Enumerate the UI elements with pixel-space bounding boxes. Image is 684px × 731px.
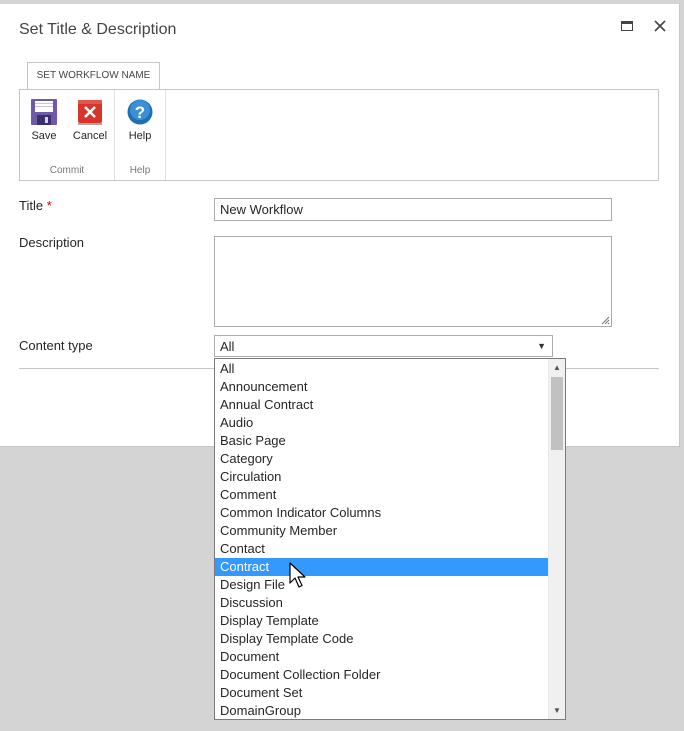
description-label: Description xyxy=(19,235,85,250)
ribbon-group-commit: Save Cancel Commit xyxy=(20,90,115,180)
mouse-pointer-icon xyxy=(289,562,306,588)
cancel-icon xyxy=(77,98,103,126)
resize-grip-icon[interactable] xyxy=(601,316,610,325)
maximize-icon[interactable] xyxy=(619,18,635,34)
dropdown-option[interactable]: Display Template xyxy=(215,612,549,630)
dropdown-option[interactable]: Circulation xyxy=(215,468,549,486)
ribbon-group-label-commit: Commit xyxy=(49,165,85,176)
help-button[interactable]: ? Help xyxy=(122,98,158,142)
dropdown-option[interactable]: Display Template Code xyxy=(215,630,549,648)
description-textarea[interactable] xyxy=(214,236,612,327)
chevron-down-icon[interactable]: ▼ xyxy=(537,339,546,354)
content-type-value: All xyxy=(220,339,235,354)
save-button[interactable]: Save xyxy=(26,98,62,142)
ribbon-group-help: ? Help Help xyxy=(115,90,166,180)
help-icon: ? xyxy=(127,98,153,126)
scrollbar-thumb[interactable] xyxy=(551,377,563,450)
cancel-button[interactable]: Cancel xyxy=(70,98,110,142)
dropdown-option[interactable]: DomainGroup xyxy=(215,702,549,719)
dropdown-option[interactable]: Document Set xyxy=(215,684,549,702)
ribbon-tab-set-workflow-name[interactable]: SET WORKFLOW NAME xyxy=(27,62,160,89)
dropdown-option[interactable]: Audio xyxy=(215,414,549,432)
dropdown-option[interactable]: Design File xyxy=(215,576,549,594)
dialog-title: Set Title & Description xyxy=(19,21,177,38)
option-list: All Announcement Annual Contract Audio Basic… xyxy=(215,360,549,719)
dropdown-option[interactable]: Contract xyxy=(215,558,549,576)
dropdown-option[interactable]: Category xyxy=(215,450,549,468)
dropdown-option[interactable]: Document xyxy=(215,648,549,666)
close-icon[interactable] xyxy=(652,18,668,34)
dropdown-option[interactable]: Document Collection Folder xyxy=(215,666,549,684)
dropdown-option[interactable]: All xyxy=(215,360,549,378)
scroll-down-icon[interactable]: ▼ xyxy=(549,702,565,719)
dropdown-option[interactable]: Basic Page xyxy=(215,432,549,450)
content-type-label: Content type xyxy=(19,338,93,353)
title-input[interactable]: New Workflow xyxy=(214,198,612,221)
title-label: Title * xyxy=(19,198,52,213)
dropdown-option[interactable]: Discussion xyxy=(215,594,549,612)
required-marker: * xyxy=(46,198,52,213)
content-type-select[interactable]: All ▼ xyxy=(214,335,553,357)
save-icon xyxy=(31,98,57,126)
dropdown-option[interactable]: Common Indicator Columns xyxy=(215,504,549,522)
ribbon: Save Cancel Commit ? Help Help xyxy=(19,89,659,181)
dropdown-option[interactable]: Announcement xyxy=(215,378,549,396)
dropdown-option[interactable]: Contact xyxy=(215,540,549,558)
ribbon-group-label-help: Help xyxy=(129,165,151,176)
dropdown-option[interactable]: Community Member xyxy=(215,522,549,540)
svg-text:?: ? xyxy=(135,103,145,122)
scrollbar[interactable]: ▲ ▼ xyxy=(548,359,565,719)
scroll-up-icon[interactable]: ▲ xyxy=(549,359,565,376)
dropdown-option[interactable]: Comment xyxy=(215,486,549,504)
dropdown-option[interactable]: Annual Contract xyxy=(215,396,549,414)
content-type-listbox[interactable]: All Announcement Annual Contract Audio Basic… xyxy=(214,358,566,720)
